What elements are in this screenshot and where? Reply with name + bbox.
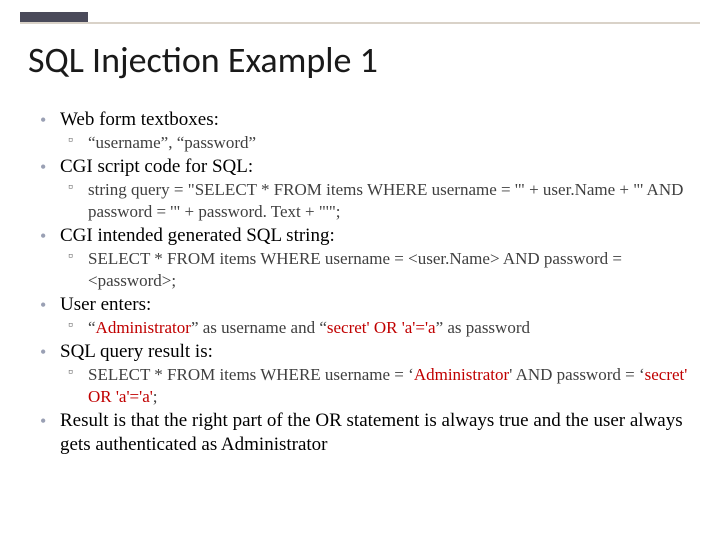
horizontal-rule: [20, 22, 700, 24]
slide-body: Web form textboxes: “username”, “passwor…: [32, 108, 692, 457]
slide: SQL Injection Example 1 Web form textbox…: [0, 0, 720, 540]
bullet-result-explanation: Result is that the right part of the OR …: [32, 409, 692, 458]
subbullet-user-enters: “Administrator” as username and “secret'…: [32, 317, 692, 339]
bullet-cgi-code: CGI script code for SQL:: [32, 155, 692, 179]
bullet-user-enters: User enters:: [32, 293, 692, 317]
injected-password: secret' OR 'a'='a: [327, 318, 436, 337]
bullet-web-form: Web form textboxes:: [32, 108, 692, 132]
text: SELECT * FROM items WHERE username = ‘: [88, 365, 414, 384]
text: ' AND password = ‘: [509, 365, 644, 384]
text: “: [88, 318, 96, 337]
subbullet-intended-sql: SELECT * FROM items WHERE username = <us…: [32, 248, 692, 292]
text: ” as password: [436, 318, 530, 337]
injected-username: Administrator: [96, 318, 191, 337]
bullet-query-result: SQL query result is:: [32, 340, 692, 364]
slide-title: SQL Injection Example 1: [28, 38, 378, 82]
subbullet-fields: “username”, “password”: [32, 132, 692, 154]
subbullet-query-result: SELECT * FROM items WHERE username = ‘Ad…: [32, 364, 692, 408]
accent-bar: [20, 12, 88, 22]
result-username: Administrator: [414, 365, 509, 384]
text: ” as username and “: [191, 318, 327, 337]
text: ;: [153, 387, 158, 406]
subbullet-cgi-code: string query = "SELECT * FROM items WHER…: [32, 179, 692, 223]
bullet-intended-sql: CGI intended generated SQL string:: [32, 224, 692, 248]
